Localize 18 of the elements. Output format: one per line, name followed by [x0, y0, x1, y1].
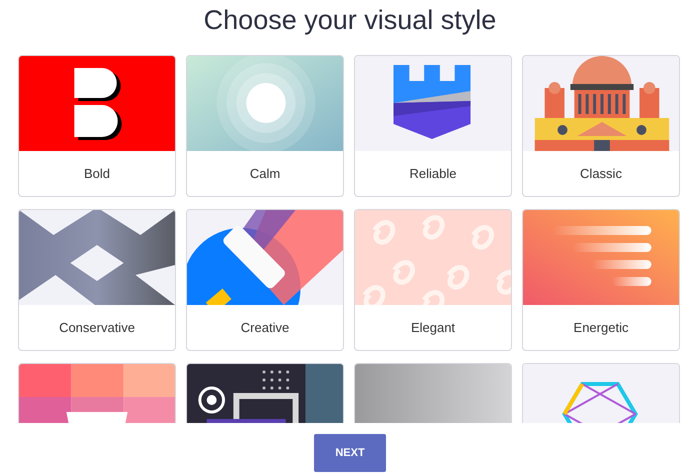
page-title: Choose your visual style [202, 4, 498, 37]
style-label: Calm [250, 166, 280, 181]
style-label: Elegant [410, 320, 456, 335]
style-card[interactable]: Calm [186, 55, 344, 197]
style-card[interactable]: Elegant [354, 209, 512, 351]
style-label: Creative [240, 320, 290, 335]
next-button[interactable]: NEXT [314, 434, 386, 472]
style-card[interactable]: Creative [186, 209, 344, 351]
style-label: Bold [84, 166, 110, 181]
style-label: Energetic [574, 320, 628, 335]
style-card[interactable]: Bold [18, 55, 176, 197]
style-card[interactable]: Energetic [522, 209, 680, 351]
style-card[interactable]: Reliable [354, 55, 512, 197]
style-card[interactable]: Conservative [18, 209, 176, 351]
style-card[interactable]: Classic [522, 55, 680, 197]
style-label: Reliable [410, 166, 456, 181]
style-label: Classic [580, 166, 622, 181]
style-label: Conservative [59, 320, 135, 335]
